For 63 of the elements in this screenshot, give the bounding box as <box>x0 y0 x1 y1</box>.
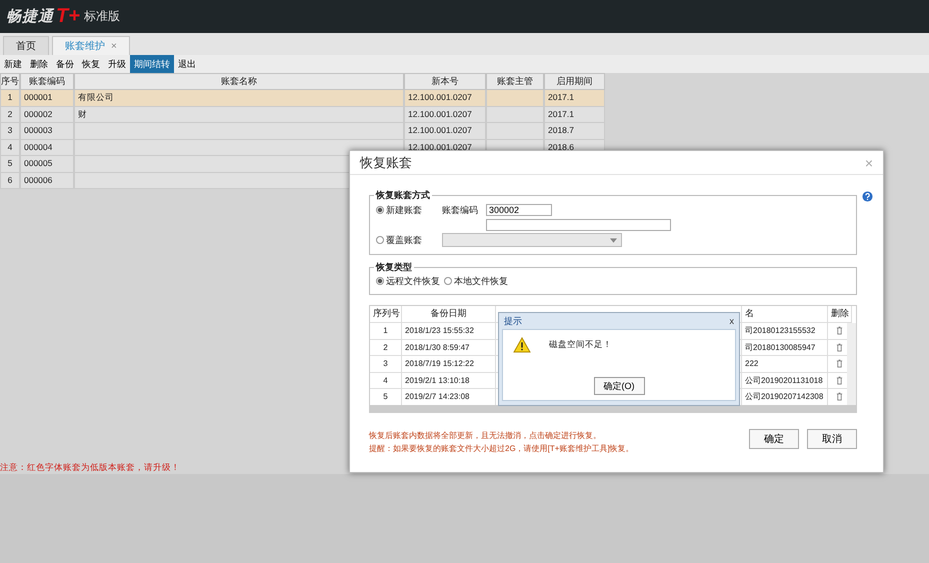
warning-icon <box>513 337 531 353</box>
tab[interactable]: 账套维护 × <box>52 36 130 55</box>
confirm-button[interactable]: 确定 <box>749 429 799 449</box>
trash-icon[interactable] <box>836 392 843 402</box>
trash-icon[interactable] <box>836 376 843 385</box>
table-cell: 2018/7/19 15:12:22 <box>402 356 496 372</box>
ok-button[interactable]: 确定(O) <box>594 377 644 395</box>
table-cell: 2018/1/30 8:59:47 <box>402 340 496 356</box>
close-button[interactable]: x <box>730 316 734 326</box>
trash-icon[interactable] <box>836 342 843 352</box>
table-cell: 222 <box>742 356 828 372</box>
warning-note: 注意：红色字体账套为低版本账套，请升级！ <box>0 462 180 474</box>
input-field[interactable]: 300002 <box>486 204 552 216</box>
section-title: 恢复类型 <box>374 261 414 273</box>
brand-name: 畅捷通 <box>6 7 54 26</box>
radio-option[interactable]: 新建账套 <box>376 204 438 216</box>
tab[interactable]: 首页 <box>3 36 49 55</box>
toolbar-button[interactable]: 备份 <box>52 55 78 73</box>
table-cell: 公司20190201131018 <box>742 372 828 389</box>
column-header: 新本号 <box>404 73 486 90</box>
cancel-button[interactable]: 取消 <box>807 429 857 449</box>
radio-option[interactable]: 本地文件恢复 <box>444 274 508 288</box>
edition-label: 标准版 <box>84 8 120 25</box>
trash-icon[interactable] <box>836 359 843 368</box>
column-header: 名 <box>742 306 828 323</box>
toolbar-button[interactable]: 新建 <box>0 55 26 73</box>
toolbar-button[interactable]: 恢复 <box>78 55 104 73</box>
toolbar-button[interactable]: 退出 <box>174 55 200 73</box>
dialog-title: 恢复账套 <box>360 154 412 172</box>
table-row[interactable]: 1 000001 有限公司 12.100.001.0207 2017.1 <box>0 90 605 106</box>
column-header: 账套名称 <box>74 73 404 90</box>
toolbar-button[interactable]: 删除 <box>26 55 52 73</box>
notice-text: 提醒：如果要恢复的账套文件大小超过2G，请使用[T+账套维护工具]恢复。 <box>369 444 634 453</box>
column-header: 账套主管 <box>486 73 544 90</box>
table-cell: 4 <box>370 372 402 389</box>
field-label: 账套编码 <box>442 204 479 216</box>
column-header: 序列号 <box>370 306 402 323</box>
alert-title: 提示 <box>504 314 522 328</box>
table-cell: 2018/1/23 15:55:32 <box>402 323 496 340</box>
trash-icon[interactable] <box>836 326 843 336</box>
input-field[interactable] <box>486 219 671 231</box>
toolbar-button[interactable]: 期间结转 <box>130 55 174 73</box>
radio-option[interactable]: 远程文件恢复 <box>376 274 440 288</box>
section-title: 恢复账套方式 <box>374 189 432 201</box>
radio-option[interactable]: 覆盖账套 <box>376 234 438 246</box>
help-icon[interactable] <box>862 191 873 202</box>
column-header: 账套编码 <box>20 73 74 90</box>
column-header: 备份日期 <box>402 306 496 323</box>
product-mark: T+ <box>56 5 80 28</box>
scrollbar[interactable] <box>847 323 856 405</box>
column-header: 启用期间 <box>544 73 605 90</box>
table-cell: 2019/2/1 13:10:18 <box>402 372 496 389</box>
notice-text: 恢复后账套内数据将全部更新，且无法撤消，点击确定进行恢复。 <box>369 431 601 440</box>
table-cell: 2 <box>370 340 402 356</box>
table-cell: 司20180130085947 <box>742 340 828 356</box>
table-cell: 1 <box>370 323 402 340</box>
toolbar-button[interactable]: 升级 <box>104 55 130 73</box>
column-header: 序号 <box>0 73 20 90</box>
table-cell: 3 <box>370 356 402 372</box>
alert-message: 磁盘空间不足！ <box>549 339 612 351</box>
table-cell: 司20180123155532 <box>742 323 828 340</box>
caret-icon <box>610 238 617 242</box>
scrollbar[interactable] <box>370 405 856 412</box>
